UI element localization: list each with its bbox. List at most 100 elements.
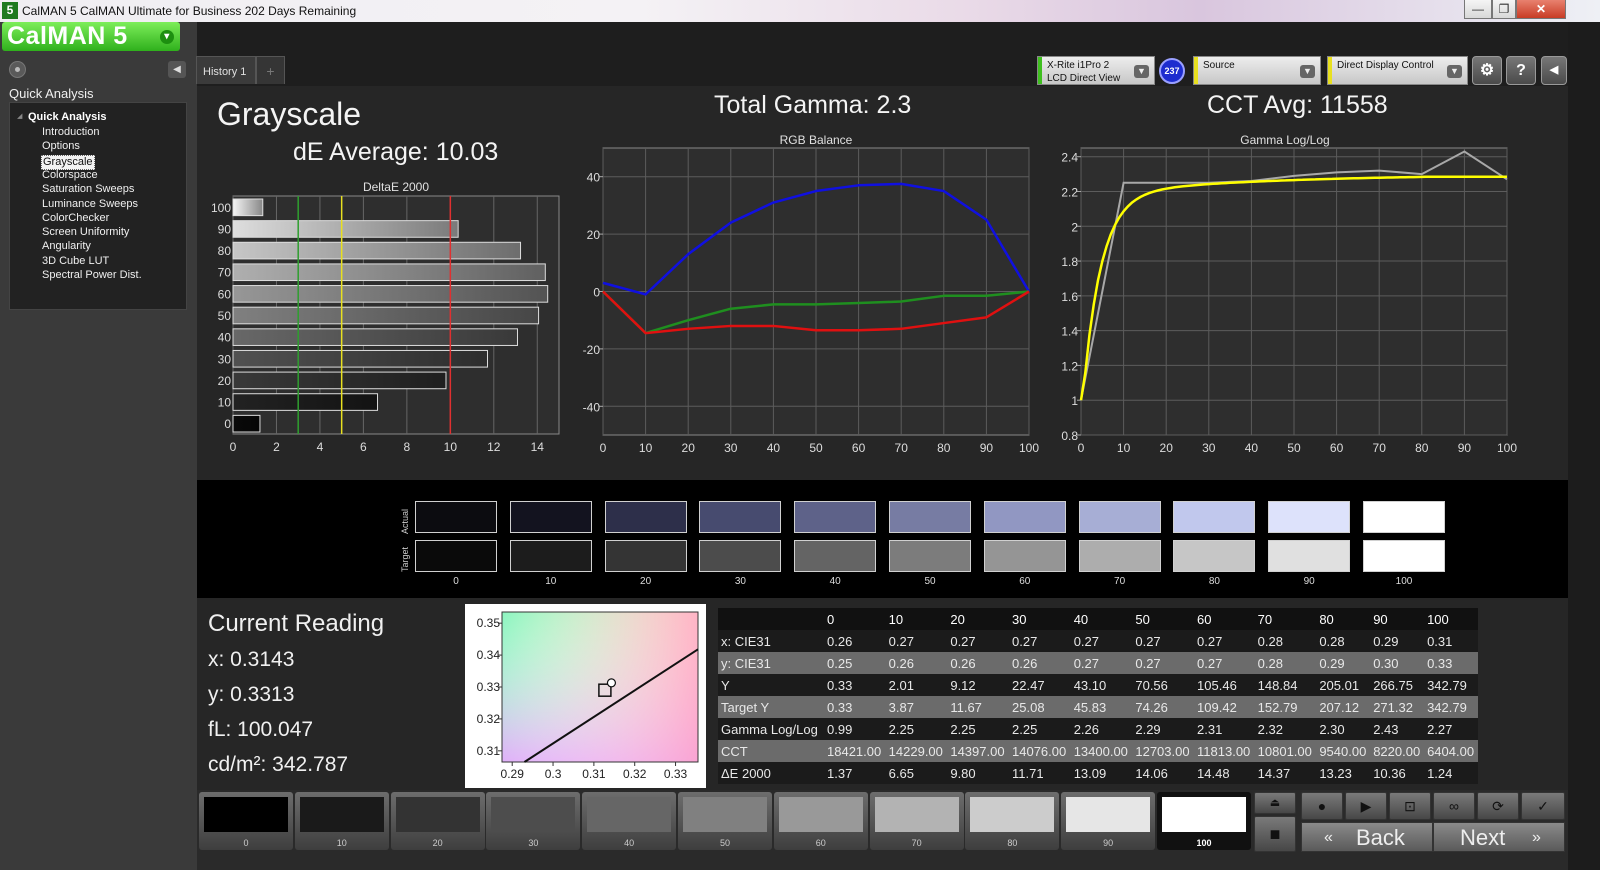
- gamma-xtick: 30: [1202, 441, 1216, 455]
- cie-xtick: 0.29: [501, 767, 525, 781]
- target-row-label: Target: [400, 546, 410, 572]
- sidebar-item-colorspace[interactable]: Colorspace: [41, 169, 99, 182]
- table-cell: 6.65: [888, 765, 914, 781]
- level-button-70[interactable]: 70: [869, 792, 964, 850]
- sidebar-item-angularity[interactable]: Angularity: [41, 240, 92, 253]
- rgb-xtick: 10: [639, 441, 653, 455]
- sidebar-item-3d-cube-lut[interactable]: 3D Cube LUT: [41, 255, 110, 268]
- gamma-xtick: 10: [1117, 441, 1131, 455]
- table-column-header: 30: [1012, 611, 1027, 627]
- sidebar-item-colorchecker[interactable]: ColorChecker: [41, 212, 110, 225]
- sidebar-item-saturation-sweeps[interactable]: Saturation Sweeps: [41, 183, 135, 196]
- next-label: Next: [1460, 825, 1506, 850]
- refresh-button[interactable]: ⟳: [1477, 792, 1519, 820]
- back-button[interactable]: « Back: [1301, 822, 1433, 852]
- chevron-down-icon[interactable]: ▼: [1300, 65, 1315, 78]
- maximize-button[interactable]: ❐: [1492, 0, 1516, 19]
- table-cell: 11813.00: [1197, 743, 1251, 759]
- panel-toggle-button[interactable]: ◀: [1541, 56, 1567, 85]
- tab-history[interactable]: History 1: [196, 56, 256, 84]
- right-edge: [1568, 22, 1600, 870]
- level-button-40[interactable]: 40: [582, 792, 677, 850]
- deltae-bar: [232, 285, 549, 303]
- chevron-down-icon[interactable]: ▼: [1134, 65, 1149, 78]
- close-button[interactable]: ✕: [1516, 0, 1566, 19]
- table-cell: 0.30: [1373, 655, 1399, 671]
- table-column-header: 80: [1319, 611, 1334, 627]
- chevron-down-icon[interactable]: ▼: [1447, 65, 1462, 78]
- sidebar: CalMAN 5 ▾ ◀ Quick Analysis ◢ Quick Anal…: [0, 22, 197, 870]
- cie-gamut-shade: [501, 611, 699, 763]
- deltae-category-label: 0: [224, 417, 231, 431]
- source-selector[interactable]: Source ▼: [1193, 56, 1321, 85]
- table-column-header: 90: [1373, 611, 1388, 627]
- level-button-20[interactable]: 20: [390, 792, 485, 850]
- rgb-xtick: 50: [809, 441, 823, 455]
- calman-logo-button[interactable]: CalMAN 5 ▾: [2, 22, 180, 51]
- level-button-100[interactable]: 100: [1157, 792, 1251, 850]
- deltae-category-label: 70: [218, 266, 232, 280]
- sidebar-collapse-icon[interactable]: ◀: [168, 61, 186, 78]
- table-cell: 0.26: [827, 633, 853, 649]
- level-button-90[interactable]: 90: [1061, 792, 1156, 850]
- cie-xtick: 0.33: [664, 767, 688, 781]
- level-button-80[interactable]: 80: [965, 792, 1060, 850]
- table-cell: 0.26: [950, 655, 976, 671]
- help-button[interactable]: ?: [1506, 56, 1536, 85]
- gamma-ytick: 1.8: [1061, 255, 1078, 269]
- rgb-ytick: 20: [587, 228, 601, 242]
- swatch-level-label: 30: [734, 576, 746, 587]
- level-button-60[interactable]: 60: [773, 792, 868, 850]
- analysis-panel: Grayscale dE Average: 10.03 Total Gamma:…: [197, 86, 1568, 480]
- cie-measured-point: [606, 678, 617, 688]
- level-button-0[interactable]: 0: [199, 792, 293, 850]
- level-button-30[interactable]: 30: [486, 792, 581, 850]
- actual-swatch: [889, 501, 971, 533]
- gamma-xtick: 70: [1373, 441, 1387, 455]
- table-cell: 0.33: [1427, 655, 1453, 671]
- sidebar-item-introduction[interactable]: Introduction: [41, 126, 100, 139]
- level-swatch: [874, 797, 959, 832]
- settings-button[interactable]: ⚙: [1472, 56, 1502, 85]
- check-icon: ✓: [1537, 798, 1549, 814]
- table-row: y: CIE31 0.25 0.26 0.26 0.26 0.27 0.27 0.27 0.28…: [718, 652, 1478, 674]
- level-label: 0: [243, 838, 249, 848]
- cie-chromaticity-plot: 0.29 0.3 0.31 0.32 0.33 0.35 0.34 0.33 0.32 0.31: [465, 604, 706, 788]
- minimize-button[interactable]: —: [1464, 0, 1492, 19]
- loop-button[interactable]: ∞: [1433, 792, 1475, 820]
- play-button[interactable]: ▶: [1345, 792, 1387, 820]
- meter-selector[interactable]: X-Rite i1Pro 2 LCD Direct View ▼: [1037, 56, 1155, 85]
- eject-button[interactable]: ⏏: [1254, 792, 1296, 814]
- sidebar-heading: Quick Analysis: [9, 86, 94, 101]
- table-cell: 0.26: [888, 655, 914, 671]
- stop-square-button[interactable]: ■: [1254, 816, 1296, 852]
- add-tab-button[interactable]: +: [256, 56, 285, 84]
- rgb-ytick: 0: [593, 286, 600, 300]
- display-selector[interactable]: Direct Display Control ▼: [1327, 56, 1468, 85]
- sidebar-item-grayscale[interactable]: Grayscale: [41, 154, 95, 170]
- measure-button[interactable]: ⊡: [1389, 792, 1431, 820]
- gamma-ytick: 2.4: [1061, 151, 1078, 165]
- table-cell: 13.09: [1073, 765, 1107, 781]
- sidebar-item-screen-uniformity[interactable]: Screen Uniformity: [41, 226, 130, 239]
- target-swatch: [699, 540, 782, 572]
- meter-badge[interactable]: 237: [1159, 58, 1185, 84]
- actual-swatch: [415, 501, 497, 533]
- tree-root[interactable]: Quick Analysis: [28, 111, 106, 123]
- sidebar-item-luminance-sweeps[interactable]: Luminance Sweeps: [41, 198, 139, 211]
- deltae-bar: [232, 220, 459, 238]
- stop-button[interactable]: ●: [1301, 792, 1343, 820]
- next-button[interactable]: Next »: [1433, 822, 1565, 852]
- workflow-tree: ◢ Quick Analysis Introduction Options Gray…: [9, 102, 187, 310]
- tree-expand-icon[interactable]: ◢: [17, 112, 22, 120]
- target-swatch: [604, 540, 687, 572]
- level-button-50[interactable]: 50: [678, 792, 772, 850]
- display-status-bar: [1328, 57, 1332, 84]
- logo-dropdown-icon[interactable]: ▾: [160, 30, 174, 44]
- sidebar-item-spectral-power-dist[interactable]: Spectral Power Dist.: [41, 269, 143, 282]
- confirm-button[interactable]: ✓: [1521, 792, 1565, 820]
- sidebar-item-options[interactable]: Options: [41, 140, 81, 153]
- table-cell: 3.87: [888, 699, 914, 715]
- sidebar-menu-icon[interactable]: [9, 61, 26, 78]
- level-button-10[interactable]: 10: [294, 792, 389, 850]
